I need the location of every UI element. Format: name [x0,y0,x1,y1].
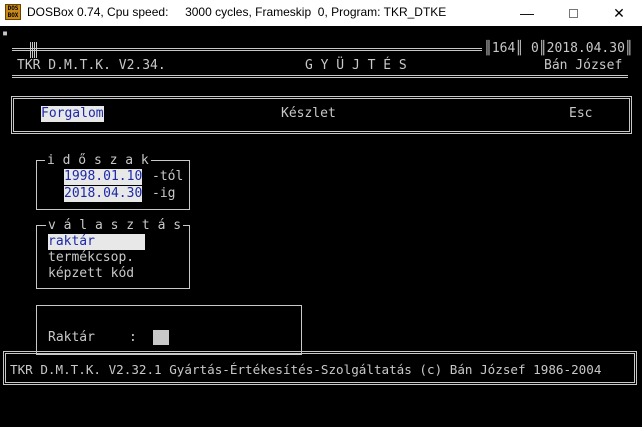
header-left-divider [30,42,33,58]
option-termekcsop[interactable]: termékcsop. [48,250,134,266]
menu-item-esc[interactable]: Esc [569,106,592,122]
dosbox-icon[interactable]: DOS BOX [5,4,21,20]
close-button[interactable]: ✕ [596,0,642,26]
period-to-suffix: -ig [152,186,176,201]
header-bottom-line [12,75,628,78]
period-from-suffix: -tól [152,169,184,184]
raktar-label: Raktár [48,330,95,345]
program-name: TKR D.M.T.K. V2.34. [17,58,166,73]
section-title: G Y Ü J T É S [305,58,407,73]
header-date: 2018.04.30 [546,41,625,56]
header-left-divider-2 [34,42,37,58]
option-kepzett-kod[interactable]: képzett kód [48,266,134,282]
window-titlebar: DOS BOX DOSBox 0.74, Cpu speed: 3000 cyc… [0,0,642,26]
footer-text: TKR D.M.T.K. V2.32.1 Gyártás-Értékesítés… [10,362,602,377]
maximize-icon [568,9,578,18]
menu-item-keszlet[interactable]: Készlet [281,106,336,122]
window-title: DOSBox 0.74, Cpu speed: 3000 cycles, Fra… [27,5,447,19]
dos-screen[interactable]: ▪ ║164║ 0║2018.04.30║ TKR D.M.T.K. V2.34… [0,26,642,427]
maximize-button[interactable] [550,0,596,26]
user-name: Bán József [544,58,623,73]
header-counter-1: 164 [491,41,516,56]
raktar-colon: : [129,330,137,345]
period-legend: i d ő s z a k [45,153,151,169]
raktar-input[interactable] [153,330,169,345]
minimize-button[interactable]: — [504,0,550,26]
header-counters: ║164║ 0║2018.04.30║ [482,41,635,57]
menu-item-forgalom[interactable]: Forgalom [41,106,104,122]
selection-legend: v á l a s z t á s [46,218,184,234]
header-counter-2: 0 [530,41,539,56]
period-to-field[interactable]: 2018.04.30 [64,186,143,202]
period-from-field[interactable]: 1998.01.10 [64,169,143,185]
system-menu-mark: ▪ [2,28,9,39]
option-raktar[interactable]: raktár [48,234,145,250]
